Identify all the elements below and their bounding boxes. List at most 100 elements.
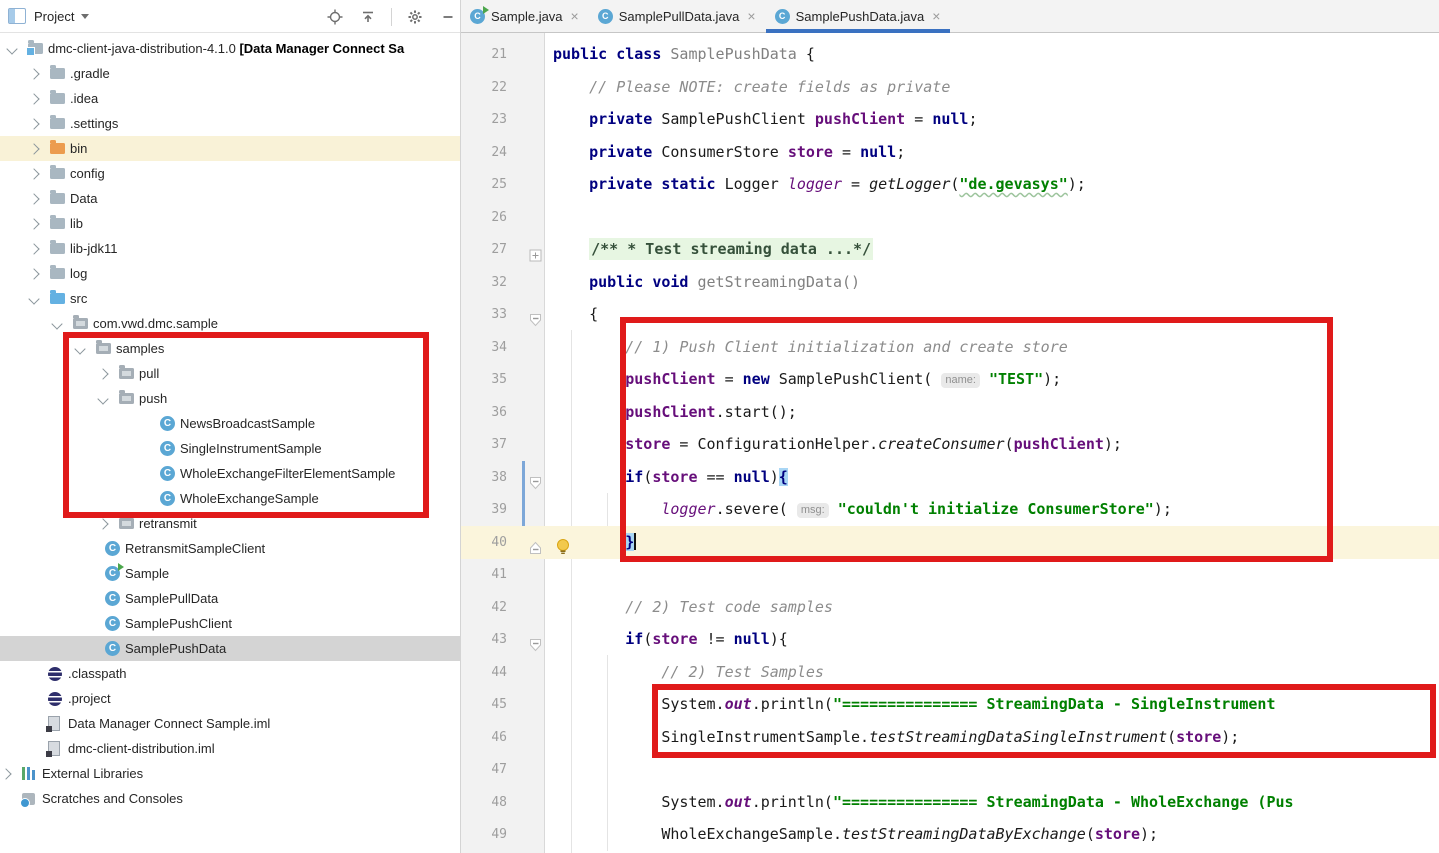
tree-item--classpath[interactable]: .classpath — [0, 661, 460, 686]
tree-item-config[interactable]: config — [0, 161, 460, 186]
fold-marker-icon[interactable] — [529, 534, 543, 548]
code-line-26[interactable]: 26 — [461, 201, 1439, 234]
tree-item-src[interactable]: src — [0, 286, 460, 311]
chevron-expanded-icon[interactable] — [6, 43, 17, 54]
code-line-45[interactable]: 45 System.out.println("=============== S… — [461, 688, 1439, 721]
tree-item-samples[interactable]: samples — [0, 336, 460, 361]
code-line-34[interactable]: 34 // 1) Push Client initialization and … — [461, 331, 1439, 364]
line-number[interactable]: 39 — [469, 493, 507, 526]
code-line-21[interactable]: 21public class SamplePushData { — [461, 38, 1439, 71]
code-line-40[interactable]: 40 } — [461, 526, 1439, 559]
line-number[interactable]: 36 — [469, 396, 507, 429]
line-number[interactable]: 34 — [469, 331, 507, 364]
tree-item-newsbroadcastsample[interactable]: CNewsBroadcastSample — [0, 411, 460, 436]
code-line-37[interactable]: 37 store = ConfigurationHelper.createCon… — [461, 428, 1439, 461]
tree-item-push[interactable]: push — [0, 386, 460, 411]
chevron-collapsed-icon[interactable] — [28, 193, 39, 204]
line-number[interactable]: 41 — [469, 558, 507, 591]
tree-item-dmc-client-distribution-iml[interactable]: dmc-client-distribution.iml — [0, 736, 460, 761]
code-line-27[interactable]: 27 /** * Test streaming data ...*/ — [461, 233, 1439, 266]
tree-item-lib[interactable]: lib — [0, 211, 460, 236]
line-number[interactable]: 32 — [469, 266, 507, 299]
line-number[interactable]: 43 — [469, 623, 507, 656]
tree-item-singleinstrumentsample[interactable]: CSingleInstrumentSample — [0, 436, 460, 461]
code-line-25[interactable]: 25 private static Logger logger = getLog… — [461, 168, 1439, 201]
tree-item-retransmit[interactable]: retransmit — [0, 511, 460, 536]
fold-marker-icon[interactable] — [529, 631, 543, 645]
line-number[interactable]: 42 — [469, 591, 507, 624]
project-panel-title[interactable]: Project — [34, 9, 74, 24]
close-icon[interactable]: × — [571, 8, 579, 24]
tree-item-sample[interactable]: CSample — [0, 561, 460, 586]
code-line-36[interactable]: 36 pushClient.start(); — [461, 396, 1439, 429]
tree-item-log[interactable]: log — [0, 261, 460, 286]
tree-item-samplepushdata[interactable]: CSamplePushData — [0, 636, 460, 661]
fold-marker-icon[interactable] — [529, 469, 543, 483]
editor-tab-samplepushdata-java[interactable]: CSamplePushData.java× — [766, 0, 951, 32]
code-line-39[interactable]: 39 logger.severe( msg: "couldn't initial… — [461, 493, 1439, 526]
tree-item-bin[interactable]: bin — [0, 136, 460, 161]
code-line-38[interactable]: 38 if(store == null){ — [461, 461, 1439, 494]
code-line-44[interactable]: 44 // 2) Test Samples — [461, 656, 1439, 689]
code-line-23[interactable]: 23 private SamplePushClient pushClient =… — [461, 103, 1439, 136]
tree-item-wholeexchangefilterelementsample[interactable]: CWholeExchangeFilterElementSample — [0, 461, 460, 486]
line-number[interactable]: 33 — [469, 298, 507, 331]
line-number[interactable]: 21 — [469, 38, 507, 71]
tree-item-wholeexchangesample[interactable]: CWholeExchangeSample — [0, 486, 460, 511]
code-line-42[interactable]: 42 // 2) Test code samples — [461, 591, 1439, 624]
line-number[interactable]: 35 — [469, 363, 507, 396]
code-line-32[interactable]: 32 public void getStreamingData() — [461, 266, 1439, 299]
code-line-24[interactable]: 24 private ConsumerStore store = null; — [461, 136, 1439, 169]
tree-item-data-manager-connect-sample-iml[interactable]: Data Manager Connect Sample.iml — [0, 711, 460, 736]
close-icon[interactable]: × — [747, 8, 755, 24]
tree-item-dmc-client-java-distribution-4-1-0[interactable]: dmc-client-java-distribution-4.1.0 [Data… — [0, 36, 460, 61]
code-line-41[interactable]: 41 — [461, 558, 1439, 591]
chevron-expanded-icon[interactable] — [51, 318, 62, 329]
chevron-collapsed-icon[interactable] — [0, 768, 11, 779]
chevron-collapsed-icon[interactable] — [28, 143, 39, 154]
tree-item-com-vwd-dmc-sample[interactable]: com.vwd.dmc.sample — [0, 311, 460, 336]
editor-tab-sample-java[interactable]: CSample.java× — [461, 0, 589, 32]
line-number[interactable]: 38 — [469, 461, 507, 494]
line-number[interactable]: 37 — [469, 428, 507, 461]
line-number[interactable]: 47 — [469, 753, 507, 786]
line-number[interactable]: 46 — [469, 721, 507, 754]
tree-item-data[interactable]: Data — [0, 186, 460, 211]
line-number[interactable]: 22 — [469, 71, 507, 104]
line-number[interactable]: 27 — [469, 233, 507, 266]
tree-item-samplepushclient[interactable]: CSamplePushClient — [0, 611, 460, 636]
editor-body[interactable]: 21public class SamplePushData {22 // Ple… — [461, 33, 1439, 853]
chevron-collapsed-icon[interactable] — [28, 68, 39, 79]
code-line-46[interactable]: 46 SingleInstrumentSample.testStreamingD… — [461, 721, 1439, 754]
chevron-collapsed-icon[interactable] — [28, 268, 39, 279]
tree-item--settings[interactable]: .settings — [0, 111, 460, 136]
chevron-expanded-icon[interactable] — [74, 343, 85, 354]
collapse-all-icon[interactable] — [358, 7, 378, 27]
chevron-collapsed-icon[interactable] — [28, 118, 39, 129]
tree-item--idea[interactable]: .idea — [0, 86, 460, 111]
code-line-33[interactable]: 33 { — [461, 298, 1439, 331]
fold-marker-icon[interactable] — [529, 241, 543, 255]
code-line-47[interactable]: 47 — [461, 753, 1439, 786]
code-line-43[interactable]: 43 if(store != null){ — [461, 623, 1439, 656]
line-number[interactable]: 49 — [469, 818, 507, 851]
chevron-collapsed-icon[interactable] — [97, 368, 108, 379]
tree-item-retransmitsampleclient[interactable]: CRetransmitSampleClient — [0, 536, 460, 561]
code-line-22[interactable]: 22 // Please NOTE: create fields as priv… — [461, 71, 1439, 104]
settings-gear-icon[interactable] — [405, 7, 425, 27]
tree-item-pull[interactable]: pull — [0, 361, 460, 386]
locate-icon[interactable] — [325, 7, 345, 27]
tree-item-lib-jdk11[interactable]: lib-jdk11 — [0, 236, 460, 261]
chevron-collapsed-icon[interactable] — [28, 93, 39, 104]
chevron-expanded-icon[interactable] — [97, 393, 108, 404]
line-number[interactable]: 25 — [469, 168, 507, 201]
line-number[interactable]: 24 — [469, 136, 507, 169]
tree-item-external-libraries[interactable]: External Libraries — [0, 761, 460, 786]
code-line-35[interactable]: 35 pushClient = new SamplePushClient( na… — [461, 363, 1439, 396]
tree-item--project[interactable]: .project — [0, 686, 460, 711]
chevron-collapsed-icon[interactable] — [28, 243, 39, 254]
chevron-collapsed-icon[interactable] — [97, 518, 108, 529]
editor-tab-samplepulldata-java[interactable]: CSamplePullData.java× — [589, 0, 766, 32]
line-number[interactable]: 48 — [469, 786, 507, 819]
line-number[interactable]: 26 — [469, 201, 507, 234]
